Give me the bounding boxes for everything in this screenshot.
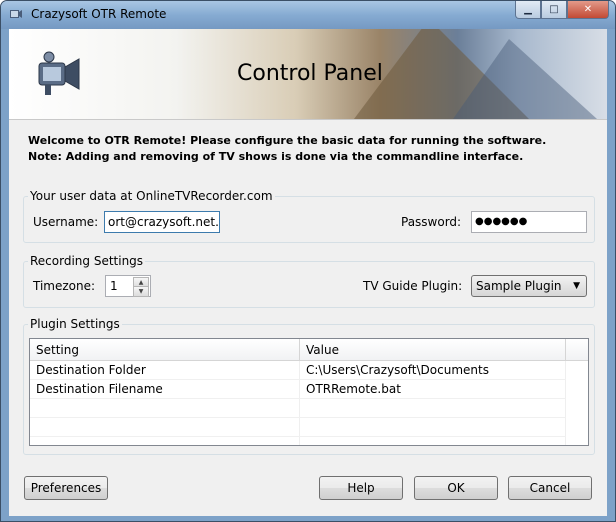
timezone-label: Timezone: xyxy=(33,279,96,293)
column-header-filler xyxy=(566,339,588,361)
tv-guide-plugin-label: TV Guide Plugin: xyxy=(363,279,463,293)
maximize-button[interactable]: □ xyxy=(541,1,567,19)
grid-cell-setting[interactable]: Destination Folder xyxy=(30,361,300,380)
tv-guide-plugin-select[interactable]: Sample Plugin ▼ xyxy=(471,275,587,297)
title-bar[interactable]: Crazysoft OTR Remote ▁ □ ✕ xyxy=(1,1,615,29)
preferences-button[interactable]: Preferences xyxy=(24,476,108,500)
recording-settings-legend: Recording Settings xyxy=(30,254,144,268)
close-icon: ✕ xyxy=(583,4,593,15)
minimize-icon: ▁ xyxy=(524,4,532,15)
cancel-button[interactable]: Cancel xyxy=(508,476,592,500)
close-button[interactable]: ✕ xyxy=(567,1,609,19)
password-input[interactable]: ●●●●●● xyxy=(471,211,587,233)
grid-empty-row xyxy=(30,399,566,418)
column-header-setting[interactable]: Setting xyxy=(30,339,300,361)
chevron-down-icon: ▼ xyxy=(573,281,580,291)
password-label: Password: xyxy=(401,215,462,229)
minimize-button[interactable]: ▁ xyxy=(515,1,541,19)
app-window: Crazysoft OTR Remote ▁ □ ✕ Control Panel… xyxy=(0,0,616,522)
banner-title: Control Panel xyxy=(237,61,383,86)
intro-line-2: Note: Adding and removing of TV shows is… xyxy=(28,150,524,163)
tv-guide-plugin-value: Sample Plugin xyxy=(476,279,562,293)
column-header-value[interactable]: Value xyxy=(300,339,566,361)
help-button[interactable]: Help xyxy=(319,476,403,500)
maximize-icon: □ xyxy=(549,4,559,15)
user-data-legend: Your user data at OnlineTVRecorder.com xyxy=(30,189,273,203)
spin-down-button[interactable]: ▼ xyxy=(133,286,149,297)
video-camera-icon xyxy=(38,51,80,95)
grid-cell-value[interactable]: OTRRemote.bat xyxy=(300,380,566,399)
ok-button[interactable]: OK xyxy=(414,476,498,500)
plugin-settings-grid[interactable]: Setting Value Destination Folder C:\User… xyxy=(29,338,589,446)
header-banner: Control Panel xyxy=(9,29,607,119)
dialog-body: Welcome to OTR Remote! Please configure … xyxy=(9,119,607,516)
window-title: Crazysoft OTR Remote xyxy=(31,7,167,21)
username-label: Username: xyxy=(33,215,99,229)
grid-cell-setting[interactable]: Destination Filename xyxy=(30,380,300,399)
intro-line-1: Welcome to OTR Remote! Please configure … xyxy=(28,134,547,147)
intro-text: Welcome to OTR Remote! Please configure … xyxy=(28,133,546,165)
grid-cell-value[interactable]: C:\Users\Crazysoft\Documents xyxy=(300,361,566,380)
plugin-settings-legend: Plugin Settings xyxy=(30,317,120,331)
username-input[interactable]: ort@crazysoft.net.ms xyxy=(104,211,220,233)
app-icon xyxy=(10,10,22,18)
grid-empty-row xyxy=(30,418,566,437)
timezone-spinner[interactable]: 1 ▲ ▼ xyxy=(105,275,151,297)
timezone-value: 1 xyxy=(110,279,118,293)
